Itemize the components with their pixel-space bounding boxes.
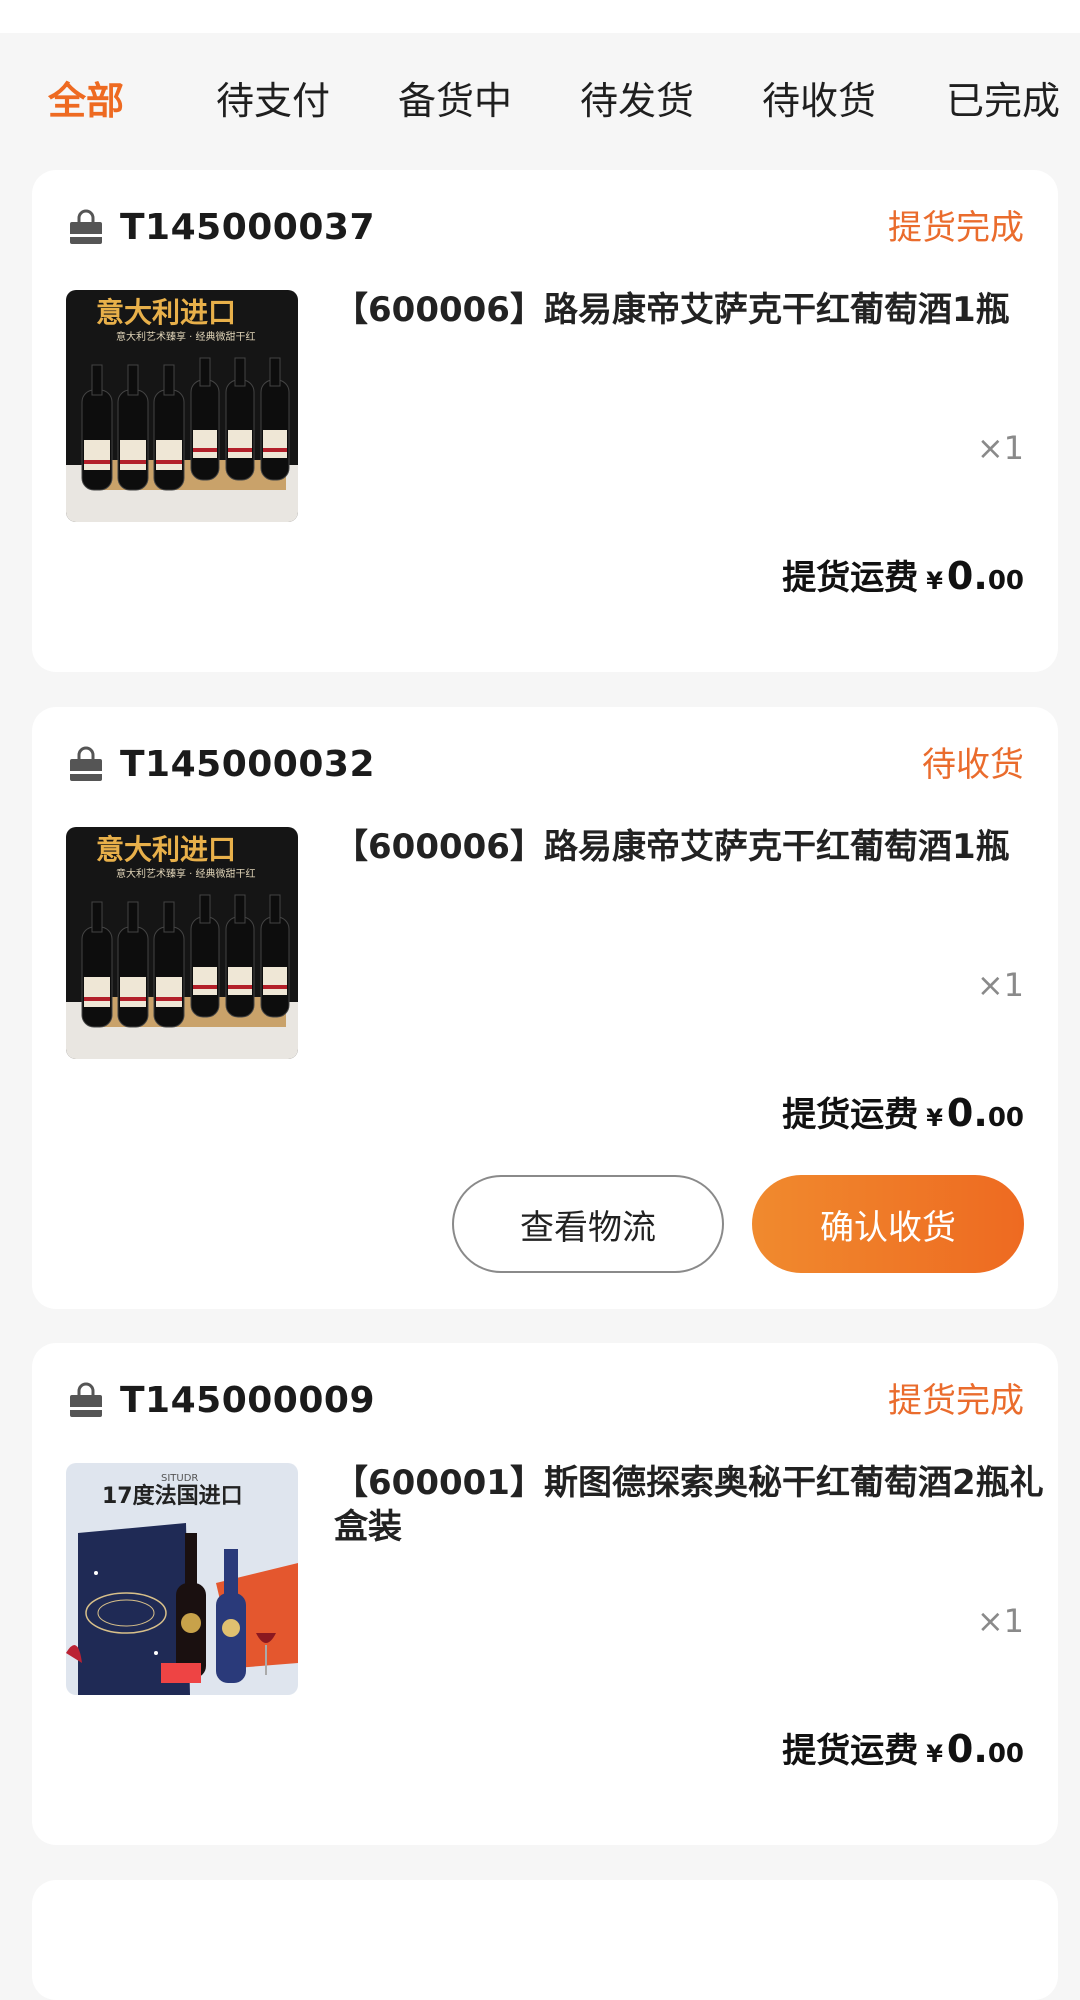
fee-integer: 0. [946, 1727, 988, 1771]
product-title[interactable]: 【600001】斯图德探索奥秘干红葡萄酒2瓶礼盒装 [334, 1461, 1044, 1549]
thumb-subtitle: 意大利艺术臻享 · 经典微甜干红 [116, 330, 256, 343]
order-status: 待收货 [922, 745, 1024, 785]
product-quantity: ×1 [976, 966, 1024, 1004]
tab-completed[interactable]: 已完成 [946, 76, 1060, 126]
fee-integer: 0. [946, 554, 988, 598]
order-status: 提货完成 [888, 208, 1024, 248]
tab-all[interactable]: 全部 [48, 76, 124, 126]
order-card[interactable]: T145000009 提货完成 SITUDR 17度法国进口 【600001】斯… [32, 1343, 1058, 1845]
order-card-partial[interactable] [32, 1880, 1058, 2000]
product-thumbnail[interactable]: 意大利进口 意大利艺术臻享 · 经典微甜干红 [66, 290, 298, 522]
product-thumbnail[interactable]: 意大利进口 意大利艺术臻享 · 经典微甜干红 [66, 827, 298, 1059]
thumb-banner: 意大利进口 [96, 833, 236, 866]
currency-symbol: ¥ [926, 567, 943, 595]
thumb-brand: SITUDR [161, 1473, 198, 1484]
product-title[interactable]: 【600006】路易康帝艾萨克干红葡萄酒1瓶 [334, 825, 1044, 869]
shipping-fee: 提货运费 ¥ 0. 00 [782, 1089, 1024, 1142]
fee-decimal: 00 [987, 1739, 1024, 1769]
shopping-bag-icon [70, 1382, 102, 1417]
thumb-subtitle: 意大利艺术臻享 · 经典微甜干红 [116, 867, 256, 880]
shopping-bag-icon [70, 209, 102, 244]
view-logistics-button[interactable]: 查看物流 [452, 1175, 724, 1273]
shipping-fee-label: 提货运费 [782, 1731, 919, 1771]
confirm-receipt-button[interactable]: 确认收货 [752, 1175, 1024, 1273]
order-card[interactable]: T145000037 提货完成 意大利进口 意大利艺术臻享 · 经典微甜干红 【… [32, 170, 1058, 672]
order-status: 提货完成 [888, 1381, 1024, 1421]
shopping-bag-icon [70, 746, 102, 781]
status-bar-area [0, 0, 1080, 33]
shipping-fee: 提货运费 ¥ 0. 00 [782, 552, 1024, 605]
order-card[interactable]: T145000032 待收货 意大利进口 意大利艺术臻享 · 经典微甜干红 【6… [32, 707, 1058, 1309]
order-number: T145000032 [120, 744, 375, 785]
fee-decimal: 00 [987, 566, 1024, 596]
tab-preparing[interactable]: 备货中 [398, 76, 512, 126]
tab-pending-payment[interactable]: 待支付 [216, 76, 330, 126]
currency-symbol: ¥ [926, 1740, 943, 1768]
shipping-fee-label: 提货运费 [782, 1095, 919, 1135]
tab-pending-receipt[interactable]: 待收货 [762, 76, 876, 126]
product-thumbnail[interactable]: SITUDR 17度法国进口 [66, 1463, 298, 1695]
product-title[interactable]: 【600006】路易康帝艾萨克干红葡萄酒1瓶 [334, 288, 1044, 332]
tab-pending-shipment[interactable]: 待发货 [580, 76, 694, 126]
currency-symbol: ¥ [926, 1104, 943, 1132]
fee-integer: 0. [946, 1091, 988, 1135]
product-quantity: ×1 [976, 429, 1024, 467]
fee-decimal: 00 [987, 1103, 1024, 1133]
order-number: T145000009 [120, 1380, 375, 1421]
order-number: T145000037 [120, 207, 375, 248]
thumb-banner: 意大利进口 [96, 296, 236, 329]
order-tabs: 全部 待支付 备货中 待发货 待收货 已完成 [0, 58, 1080, 142]
product-quantity: ×1 [976, 1602, 1024, 1640]
shipping-fee-label: 提货运费 [782, 558, 919, 598]
shipping-fee: 提货运费 ¥ 0. 00 [782, 1725, 1024, 1778]
thumb-banner: 17度法国进口 [102, 1483, 243, 1509]
